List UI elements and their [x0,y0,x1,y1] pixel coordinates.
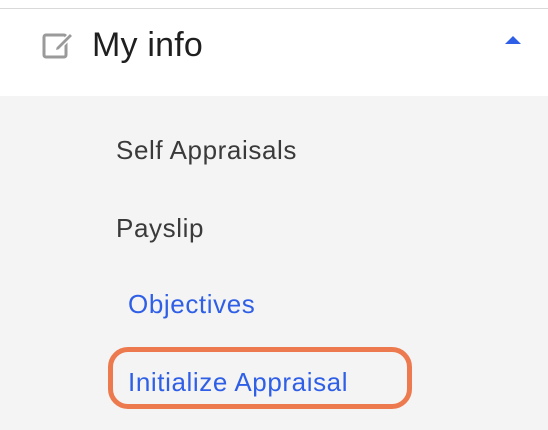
submenu-item-objectives[interactable]: Objectives [128,286,255,322]
submenu-item-payslip[interactable]: Payslip [116,210,204,246]
menu-header-my-info[interactable]: My info [0,9,548,96]
submenu-item-initialize-appraisal[interactable]: Initialize Appraisal [128,364,348,400]
submenu-item-self-appraisals[interactable]: Self Appraisals [116,132,297,168]
menu-title: My info [92,26,203,64]
sidebar-menu: My info Self Appraisals Payslip Objectiv… [0,0,548,430]
caret-up-icon[interactable] [500,33,526,47]
edit-icon [40,27,76,63]
submenu-list: Self Appraisals Payslip Objectives Initi… [0,96,548,430]
